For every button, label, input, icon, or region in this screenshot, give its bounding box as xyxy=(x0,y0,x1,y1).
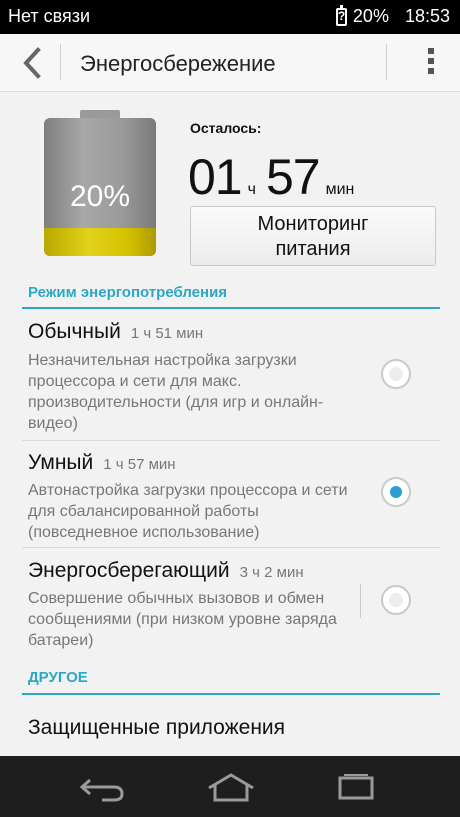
battery-icon: 20% xyxy=(44,110,156,256)
remaining-label: Осталось: xyxy=(190,120,262,136)
navigation-bar xyxy=(0,756,460,817)
mode-name: Умный xyxy=(28,451,94,474)
mode-name: Энергосберегающий xyxy=(28,559,230,582)
section-divider xyxy=(22,307,440,309)
separator xyxy=(360,584,361,618)
mode-description: Автонастройка загрузки процессора и сети… xyxy=(28,482,348,541)
back-button[interactable] xyxy=(16,44,52,82)
power-monitoring-button[interactable]: Мониторинг питания xyxy=(190,206,436,266)
remaining-time: 01 ч 57 мин xyxy=(188,148,364,205)
mode-description: Незначительная настройка загрузки процес… xyxy=(28,352,324,432)
status-bar: Нет связи ? 20% 18:53 xyxy=(0,0,460,34)
section-divider xyxy=(22,693,440,695)
remaining-hours: 01 xyxy=(188,149,243,205)
battery-percent-label: 20% xyxy=(69,180,131,213)
nav-back-icon[interactable] xyxy=(78,772,128,802)
overflow-menu-icon xyxy=(428,48,434,54)
nav-home-icon[interactable] xyxy=(205,772,257,802)
status-right: ? 20% 18:53 xyxy=(335,4,450,27)
mode-radio-power-saving[interactable] xyxy=(381,585,411,615)
section-header-other: ДРУГОЕ xyxy=(28,669,88,686)
mode-time: 1 ч 57 мин xyxy=(103,456,176,473)
carrier-text: Нет связи xyxy=(8,6,91,26)
monitor-button-line2: питания xyxy=(275,238,351,260)
separator xyxy=(386,44,387,80)
hours-unit: ч xyxy=(247,181,256,198)
mode-radio-smart[interactable] xyxy=(381,477,411,507)
mode-name: Обычный xyxy=(28,320,121,343)
battery-status-icon: ? xyxy=(335,4,347,26)
minutes-unit: мин xyxy=(325,181,355,198)
page-title: Энергосбережение xyxy=(80,51,276,76)
battery-percent: 20% xyxy=(352,6,389,26)
action-bar: Энергосбережение xyxy=(0,34,460,92)
remaining-minutes: 57 xyxy=(265,149,321,205)
back-icon xyxy=(23,47,41,79)
clock: 18:53 xyxy=(404,6,450,26)
divider xyxy=(22,440,440,441)
separator xyxy=(60,44,61,80)
section-header-power-mode: Режим энергопотребления xyxy=(28,284,228,301)
mode-time: 1 ч 51 мин xyxy=(130,325,204,342)
divider xyxy=(22,547,440,548)
protected-apps-item[interactable]: Защищенные приложения xyxy=(28,716,285,740)
overflow-menu-button[interactable] xyxy=(426,48,436,78)
battery-fill xyxy=(44,228,156,256)
mode-description: Совершение обычных вызовов и обмен сообщ… xyxy=(28,590,337,649)
monitor-button-line1: Мониторинг xyxy=(257,213,369,235)
nav-recents-icon[interactable] xyxy=(336,772,376,802)
mode-radio-normal[interactable] xyxy=(381,359,411,389)
mode-time: 3 ч 2 мин xyxy=(239,564,304,581)
